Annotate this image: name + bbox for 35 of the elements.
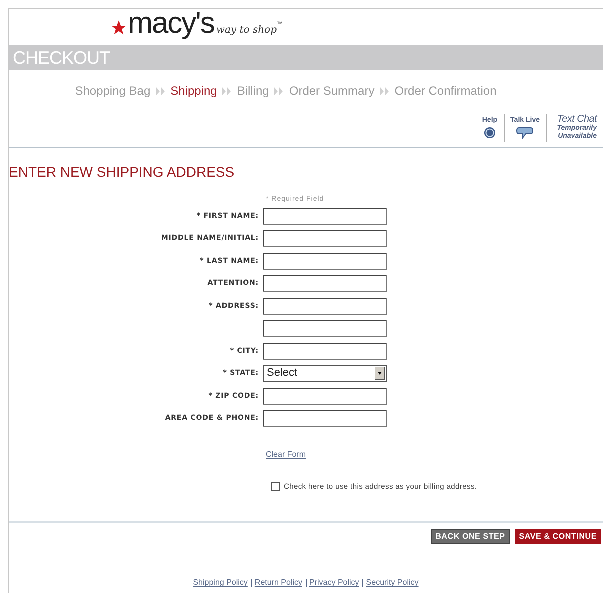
text-field[interactable]: [263, 320, 387, 337]
star-icon: [111, 20, 127, 36]
text-field[interactable]: [263, 410, 387, 427]
footer-link[interactable]: Security Policy: [366, 577, 419, 590]
double-chevron-icon: [274, 86, 284, 96]
double-chevron-icon: [156, 86, 166, 96]
billing-checkbox[interactable]: [271, 482, 280, 492]
double-chevron-icon: [222, 86, 232, 96]
checkout-step: Shipping: [170, 82, 218, 100]
text-field[interactable]: [263, 252, 387, 270]
double-chevron-icon: [380, 86, 390, 96]
checkout-step: Shopping Bag: [75, 82, 151, 100]
checkout-step: Order Confirmation: [394, 82, 497, 100]
text-field[interactable]: [263, 230, 387, 247]
checkout-step: Billing: [237, 82, 270, 100]
logo-tagline: way to shop: [216, 24, 277, 38]
brand-logo: macy's: [128, 9, 214, 39]
text-field[interactable]: [263, 275, 387, 292]
state-select[interactable]: Select: [263, 365, 387, 382]
checkout-step: Order Summary: [289, 82, 375, 100]
clear-form-link[interactable]: Clear Form: [266, 449, 306, 461]
section-heading: ENTER NEW SHIPPING ADDRESS: [9, 165, 236, 179]
text-field[interactable]: [263, 208, 387, 224]
footer-link[interactable]: Shipping Policy: [193, 577, 248, 590]
text-field[interactable]: [263, 342, 387, 360]
text-field[interactable]: [263, 298, 387, 314]
footer-link[interactable]: Return Policy: [254, 577, 302, 590]
help-icon[interactable]: [484, 127, 496, 139]
text-chat-label: Text Chat: [557, 115, 597, 125]
dropdown-arrow-icon: [375, 367, 385, 380]
back-button[interactable]: BACK ONE STEP: [430, 529, 510, 544]
text-field[interactable]: [263, 388, 387, 404]
save-continue-button[interactable]: SAVE & CONTINUE: [515, 529, 601, 544]
speech-bubble-icon[interactable]: [516, 127, 534, 139]
footer-link[interactable]: Privacy Policy: [310, 577, 360, 590]
